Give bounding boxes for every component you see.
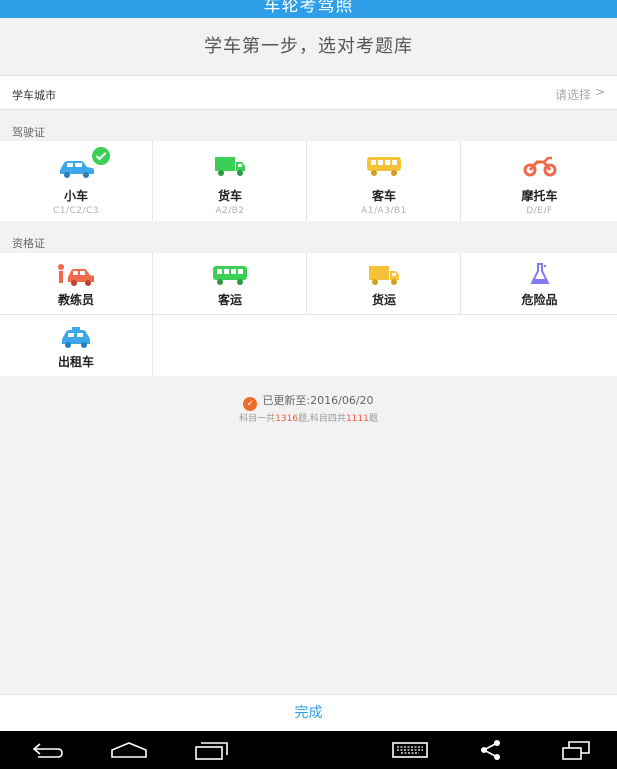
system-nav-bar <box>0 731 617 769</box>
city-label: 学车城市 <box>12 89 56 102</box>
qualification-item-hazmat[interactable]: 危险品 <box>462 253 617 314</box>
truck-icon <box>215 157 245 176</box>
instructor-icon <box>58 264 94 286</box>
qualification-grid: 教练员 客运 货运 危险品 出租车 <box>0 253 617 376</box>
city-selector-row[interactable]: 学车城市 请选择 > <box>0 75 617 110</box>
stats-prefix: 科目一共 <box>239 414 276 424</box>
item-code: A1/A3/B1 <box>361 206 407 216</box>
item-name: 危险品 <box>521 293 558 307</box>
license-item-bus[interactable]: 客车 A1/A3/B1 <box>308 141 461 221</box>
chevron-right-icon: > <box>594 85 605 99</box>
recents-icon[interactable] <box>192 737 232 763</box>
item-name: 摩托车 <box>521 189 558 203</box>
done-button[interactable]: 完成 <box>0 694 617 731</box>
page-heading: 学车第一步，选对考题库 <box>0 18 617 75</box>
license-item-motorcycle[interactable]: 摩托车 D/E/F <box>462 141 617 221</box>
share-icon[interactable] <box>476 737 506 763</box>
qualification-item-freight[interactable]: 货运 <box>308 253 461 314</box>
stats-suffix: 题 <box>368 414 378 424</box>
back-icon[interactable] <box>28 737 68 763</box>
flask-icon <box>529 263 550 284</box>
update-text: 已更新至:2016/06/20 <box>262 394 374 407</box>
subject1-count: 1316 <box>275 414 299 424</box>
selected-check-icon <box>92 147 110 165</box>
license-grid: 小车 C1/C2/C3 货车 A2/B2 客车 A1/A3/B1 摩托车 D/E… <box>0 141 617 221</box>
item-name: 货运 <box>371 293 396 307</box>
item-name: 货车 <box>217 189 242 203</box>
license-item-car[interactable]: 小车 C1/C2/C3 <box>0 141 153 221</box>
app-title-bar: 车轮考驾照 <box>0 0 617 18</box>
bus-icon <box>213 266 247 285</box>
qualification-item-instructor[interactable]: 教练员 <box>0 253 153 314</box>
motorcycle-icon <box>523 156 556 177</box>
question-stats: 科目一共1316题,科目四共1111题 <box>0 411 617 424</box>
bus-icon <box>367 157 401 176</box>
item-name: 出租车 <box>57 355 94 369</box>
section-label-qualification: 资格证 <box>12 237 45 250</box>
keyboard-icon[interactable] <box>390 737 430 763</box>
item-name: 客运 <box>217 293 242 307</box>
taxi-icon <box>62 327 90 348</box>
item-name: 教练员 <box>57 293 94 307</box>
qualification-item-passenger[interactable]: 客运 <box>154 253 307 314</box>
car-icon <box>60 161 94 178</box>
check-icon: ✓ <box>243 397 258 411</box>
home-icon[interactable] <box>108 737 150 763</box>
update-status: ✓ 已更新至:2016/06/20 <box>0 392 617 411</box>
qualification-item-taxi[interactable]: 出租车 <box>0 315 153 376</box>
screen-icon[interactable] <box>558 737 594 763</box>
item-code: A2/B2 <box>215 206 245 216</box>
stats-mid: 题,科目四共 <box>298 414 346 424</box>
section-label-license: 驾驶证 <box>12 126 45 139</box>
item-name: 客车 <box>371 189 396 203</box>
truck-icon <box>369 266 399 285</box>
item-code: C1/C2/C3 <box>52 206 100 216</box>
app-title: 车轮考驾照 <box>263 0 354 16</box>
item-name: 小车 <box>63 189 88 203</box>
subject4-count: 1111 <box>345 414 369 424</box>
item-code: D/E/F <box>526 206 553 216</box>
license-item-truck[interactable]: 货车 A2/B2 <box>154 141 307 221</box>
city-value[interactable]: 请选择 <box>555 86 591 103</box>
